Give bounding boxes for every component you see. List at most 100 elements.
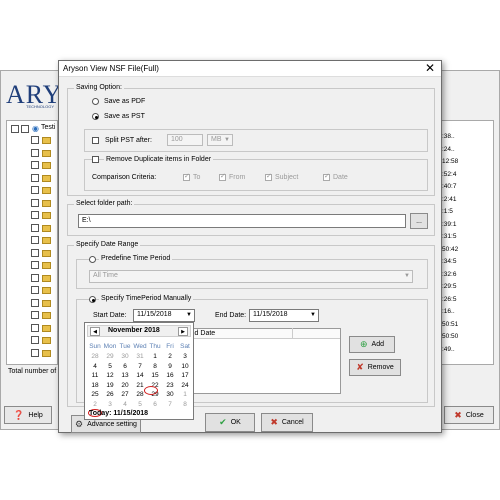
tree-checkbox[interactable] [21,125,29,133]
help-button[interactable]: ❓ Help [4,406,52,424]
calendar-day[interactable]: 1 [178,391,192,398]
tree-checkbox[interactable] [31,298,39,307]
calendar-day[interactable]: 23 [163,382,177,389]
add-button[interactable]: ⊕ Add [349,336,395,353]
mail-time-cell[interactable]: :52:4 [442,171,456,178]
split-size-input[interactable]: 100 [167,134,203,146]
tree-checkbox[interactable] [31,261,39,269]
calendar-day[interactable]: 19 [103,382,117,389]
tree-checkbox[interactable] [31,248,39,257]
tree-checkbox[interactable] [31,148,39,157]
tree-item[interactable] [9,198,59,208]
calendar-day[interactable]: 27 [118,391,132,398]
calendar-popup[interactable]: ◀ November 2018 ▶ Sun Mon Tue Wed Thu Fri Sat 2… [84,322,194,420]
calendar-day[interactable]: 10 [178,363,192,370]
tree-checkbox[interactable] [31,211,39,219]
tree-checkbox[interactable] [31,161,39,169]
tree-item[interactable] [9,285,59,295]
calendar-day[interactable]: 5 [133,401,147,408]
mail-list-time-column[interactable]: :38..:24.. 12:58:52:4:40:7:2:41:1:5:39:1:… [438,120,494,365]
mail-time-cell[interactable]: :39:1 [442,221,456,228]
calendar-day[interactable]: 4 [88,363,102,370]
tree-item[interactable] [9,173,59,183]
tree-checkbox[interactable] [31,236,39,244]
ok-button[interactable]: ✔ OK [205,413,255,432]
mail-time-cell[interactable]: :34:5 [442,258,456,265]
calendar-day[interactable]: 8 [178,401,192,408]
criteria-subject-checkbox[interactable] [265,172,272,181]
tree-item[interactable] [9,260,59,270]
remove-button[interactable]: ✘ Remove [349,359,401,376]
tree-item[interactable] [9,248,59,258]
mail-time-cell[interactable]: :16.. [442,308,455,315]
tree-item[interactable] [9,298,59,308]
mail-time-cell[interactable]: 50:42 [442,246,458,253]
tree-item[interactable] [9,273,59,283]
calendar-day[interactable]: 13 [118,372,132,379]
tree-checkbox[interactable] [31,273,39,282]
tree-checkbox[interactable] [31,136,39,144]
calendar-day[interactable]: 6 [148,401,162,408]
calendar-day[interactable]: 25 [88,391,102,398]
calendar-month[interactable]: November 2018 [108,327,160,334]
calendar-day[interactable]: 18 [88,382,102,389]
start-date-picker[interactable]: 11/15/2018 ▼ [133,309,195,322]
calendar-day[interactable]: 9 [163,363,177,370]
tree-item[interactable] [9,335,59,345]
calendar-day[interactable]: 20 [118,382,132,389]
criteria-from-checkbox[interactable] [219,172,226,181]
browse-button[interactable]: ... [410,213,428,229]
calendar-day[interactable]: 4 [118,401,132,408]
tree-item[interactable] [9,223,59,233]
manual-radio[interactable] [89,296,96,303]
calendar-day[interactable]: 17 [178,372,192,379]
prev-month-icon[interactable]: ◀ [90,327,100,336]
calendar-day[interactable]: 5 [103,363,117,370]
calendar-day[interactable]: 15 [148,372,162,379]
mail-time-cell[interactable]: :2:41 [442,196,456,203]
mail-time-cell[interactable]: :26:5 [442,296,456,303]
calendar-day[interactable]: 30 [163,391,177,398]
tree-item[interactable] [9,135,59,145]
mail-time-cell[interactable]: :29:5 [442,283,456,290]
calendar-day[interactable]: 28 [88,353,102,360]
end-date-picker[interactable]: 11/15/2018 ▼ [249,309,319,322]
mail-time-cell[interactable]: :40:7 [442,183,456,190]
calendar-day[interactable]: 3 [178,353,192,360]
mail-time-cell[interactable]: :49.. [442,346,455,353]
dialog-close-icon[interactable]: ✕ [425,61,435,75]
expand-icon[interactable] [11,125,19,133]
mail-time-cell[interactable]: 12:58 [442,158,458,165]
predefine-radio[interactable] [89,256,96,263]
calendar-day[interactable]: 31 [133,353,147,360]
mail-time-cell[interactable]: :38.. [442,133,455,140]
calendar-day[interactable]: 7 [133,363,147,370]
calendar-day[interactable]: 14 [133,372,147,379]
calendar-day[interactable]: 16 [163,372,177,379]
tree-checkbox[interactable] [31,348,39,357]
predefine-select[interactable]: All Time ▼ [89,270,413,283]
calendar-day[interactable]: 1 [148,353,162,360]
criteria-date-checkbox[interactable] [323,172,330,181]
mail-time-cell[interactable]: :31:5 [442,233,456,240]
mail-time-cell[interactable]: 50:51 [442,321,458,328]
tree-checkbox[interactable] [31,323,39,332]
tree-checkbox[interactable] [31,336,39,344]
calendar-day[interactable]: 6 [118,363,132,370]
calendar-day[interactable]: 2 [163,353,177,360]
calendar-day[interactable]: 8 [148,363,162,370]
calendar-day[interactable]: 30 [118,353,132,360]
calendar-day[interactable]: 24 [178,382,192,389]
tree-root[interactable]: ◉ Testi [9,124,59,134]
mail-time-cell[interactable]: :1:5 [442,208,453,215]
tree-item[interactable] [9,148,59,158]
criteria-to-checkbox[interactable] [183,172,190,181]
save-pdf-radio[interactable] [92,98,99,105]
tree-item[interactable] [9,348,59,358]
calendar-day[interactable]: 7 [163,401,177,408]
tree-checkbox[interactable] [31,186,39,194]
folder-path-input[interactable]: E:\ [78,214,406,228]
split-pst-checkbox[interactable] [92,137,99,144]
calendar-day[interactable]: 29 [103,353,117,360]
calendar-day[interactable]: 11 [88,372,102,379]
